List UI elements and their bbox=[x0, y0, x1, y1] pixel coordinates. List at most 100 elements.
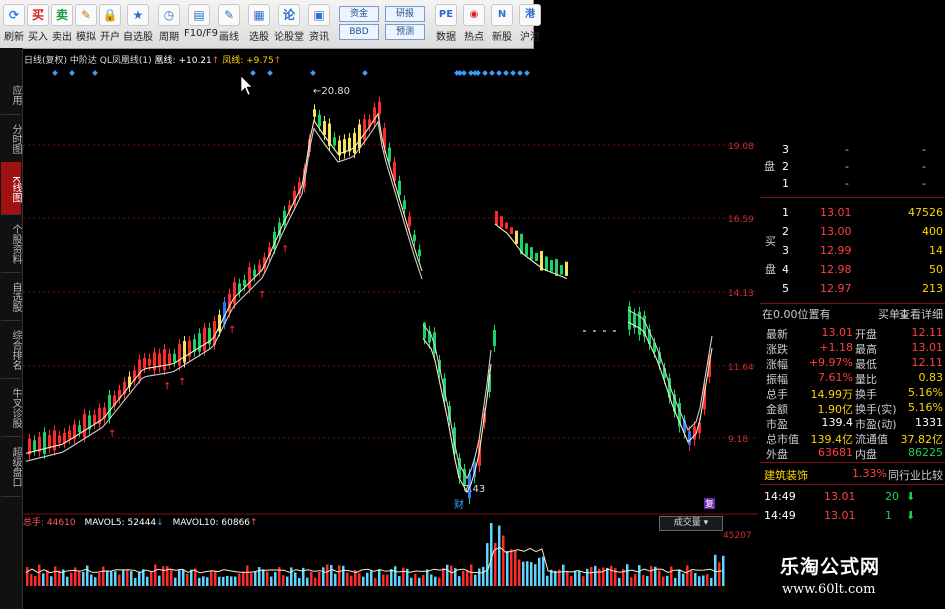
stat-row: 市盈 139.4 市盈(动) 1331 bbox=[760, 416, 945, 431]
volume-bar bbox=[434, 576, 437, 586]
toolbar-lock-button[interactable]: 🔒 开户 bbox=[98, 2, 122, 46]
volume-bar bbox=[134, 577, 137, 586]
volume-bar bbox=[50, 576, 53, 586]
level-vol: - bbox=[922, 177, 926, 190]
toolbar-sell-button[interactable]: 卖卖出 bbox=[50, 2, 74, 46]
signal-diamond-icon bbox=[310, 70, 316, 76]
toolbar-buy-button[interactable]: 买买入 bbox=[26, 2, 50, 46]
total-hand-value: 44610 bbox=[46, 518, 76, 528]
industry-rank-link[interactable]: 同行业比较 bbox=[888, 467, 943, 483]
volume-bar bbox=[306, 577, 309, 586]
buy-icon: 买 bbox=[27, 4, 49, 26]
volume-bar bbox=[670, 566, 673, 586]
mavol10-label: MAVOL10: bbox=[172, 518, 219, 528]
toolbar-select-button[interactable]: ▦ 选股 bbox=[244, 2, 274, 46]
toolbar-pe-button[interactable]: PE 数据 bbox=[432, 2, 460, 46]
candle bbox=[353, 132, 356, 154]
level-price: - bbox=[845, 177, 849, 190]
volume-bar bbox=[446, 564, 449, 586]
volume-bar bbox=[578, 571, 581, 586]
toolbar-doc-button[interactable]: ▤ F10/F9 bbox=[184, 2, 218, 46]
formula-name[interactable]: QL凤凰线(1) bbox=[100, 56, 152, 66]
stat-value: 37.82亿 bbox=[900, 433, 944, 446]
candle bbox=[363, 119, 366, 141]
toolbar-hk-button[interactable]: 港沪港 bbox=[516, 2, 544, 46]
nav-tab-7[interactable]: 超级盘口 bbox=[1, 436, 21, 497]
volume-bar bbox=[150, 571, 153, 586]
stat-row: 最新 13.01 开盘 12.11 bbox=[760, 326, 945, 341]
high-price-label: ←20.80 bbox=[313, 86, 350, 97]
nav-tab-3[interactable]: 个股资料 bbox=[1, 214, 21, 273]
toolbar-box-top[interactable]: 研报 bbox=[385, 6, 425, 22]
watermark-url[interactable]: www.60lt.com bbox=[782, 582, 875, 597]
volume-bar bbox=[422, 574, 425, 586]
toolbar-simulate-button[interactable]: ✎ 模拟 bbox=[74, 2, 98, 46]
detail-link[interactable]: 查看详细 bbox=[899, 306, 943, 322]
total-hand-label: 总手: bbox=[23, 518, 45, 528]
volume-bar bbox=[606, 567, 609, 586]
volume-bar bbox=[214, 570, 217, 586]
nav-tab-0[interactable]: 应用 bbox=[1, 74, 21, 115]
toolbar-star-button[interactable]: ★ 自选股 bbox=[122, 2, 154, 46]
buy-side-label-2: 盘 bbox=[760, 261, 945, 276]
volume-dropdown[interactable]: 成交量 ▾ bbox=[659, 516, 723, 531]
toolbar-speech-button[interactable]: 论论股堂 bbox=[274, 2, 304, 46]
toolbar-news-button[interactable]: ▣ 资讯 bbox=[304, 2, 334, 46]
signal-diamond-icon bbox=[468, 70, 474, 76]
volume-bar bbox=[182, 569, 185, 586]
candle bbox=[603, 330, 606, 332]
volume-bar bbox=[94, 577, 97, 586]
stat-row: 振幅 7.61% 量比 0.83 bbox=[760, 371, 945, 386]
volume-bar bbox=[586, 568, 589, 586]
feng-value: +9.75 bbox=[246, 56, 274, 66]
volume-bar bbox=[634, 574, 637, 586]
volume-bar bbox=[706, 574, 709, 586]
toolbar-pen-button[interactable]: ✎ 画线 bbox=[214, 2, 244, 46]
nav-tab-2[interactable]: K线图 bbox=[1, 162, 21, 215]
volume-bar bbox=[350, 575, 353, 586]
pe-icon: PE bbox=[435, 4, 457, 26]
stat-value: 7.61% bbox=[818, 371, 853, 384]
buy-side-label: 买 bbox=[760, 233, 945, 248]
signal-diamond-icon bbox=[482, 70, 488, 76]
toolbar-box-1[interactable]: 研报 预测 bbox=[384, 2, 426, 46]
toolbar-refresh-button[interactable]: ⟳ 刷新 bbox=[2, 2, 26, 46]
nav-tab-4[interactable]: 自选股 bbox=[1, 272, 21, 321]
candle bbox=[403, 200, 406, 210]
toolbar: ⟳ 刷新买买入卖卖出 ✎ 模拟 🔒 开户 ★ 自选股 ◷ 周期 ▤ F10/F9 ✎ 画线 ▦ 选股论论股堂 ▣… bbox=[0, 0, 541, 49]
stat-value: 139.4亿 bbox=[810, 433, 854, 446]
toolbar-clock-button[interactable]: ◷ 周期 bbox=[154, 2, 184, 46]
period-label[interactable]: 日线(复权) bbox=[24, 56, 67, 66]
volume-bar bbox=[710, 577, 713, 586]
toolbar-box-0[interactable]: 资金 BBD bbox=[338, 2, 380, 46]
stat-label: 最高 bbox=[855, 343, 877, 356]
volume-bar bbox=[662, 576, 665, 586]
sell-side-label: 盘 bbox=[760, 158, 776, 173]
toolbar-box-bottom[interactable]: BBD bbox=[339, 24, 379, 40]
candle bbox=[525, 243, 528, 256]
toolbar-fire-button[interactable]: ◉ 热点 bbox=[460, 2, 488, 46]
volume-bar bbox=[210, 571, 213, 586]
price-axis-label: 16.59 bbox=[728, 215, 754, 225]
up-arrow-icon: ↑ bbox=[178, 377, 186, 388]
toolbar-box-bottom[interactable]: 预测 bbox=[385, 24, 425, 40]
industry-name[interactable]: 建筑装饰 bbox=[764, 467, 808, 483]
stat-label: 换手 bbox=[855, 388, 877, 401]
toolbar-new-button[interactable]: N 新股 bbox=[488, 2, 516, 46]
toolbar-box-top[interactable]: 资金 bbox=[339, 6, 379, 22]
volume-bar bbox=[490, 522, 493, 586]
signal-diamond-icon bbox=[454, 70, 460, 76]
volume-bar bbox=[130, 571, 133, 586]
volume-bar bbox=[370, 570, 373, 586]
nav-tab-6[interactable]: 牛叉诊股 bbox=[1, 378, 21, 437]
volume-bar bbox=[326, 564, 329, 586]
candle bbox=[248, 267, 251, 289]
volume-bar bbox=[246, 565, 249, 586]
volume-bar bbox=[562, 564, 565, 586]
nav-tab-5[interactable]: 综合排名 bbox=[1, 320, 21, 379]
stat-value: 86225 bbox=[908, 446, 943, 459]
volume-bar bbox=[86, 565, 89, 586]
nav-tab-1[interactable]: 分时图 bbox=[1, 114, 21, 163]
volume-bar bbox=[478, 568, 481, 586]
candle bbox=[143, 357, 146, 369]
